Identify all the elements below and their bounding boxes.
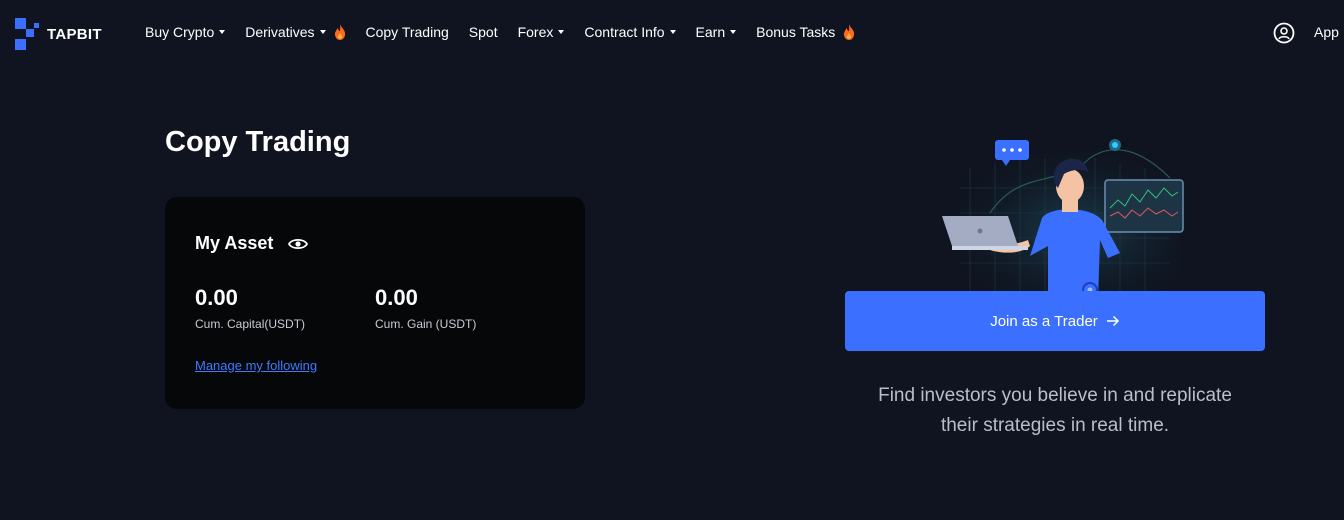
cum-capital-stat: 0.00 Cum. Capital(USDT) bbox=[195, 285, 305, 331]
join-as-trader-button[interactable]: Join as a Trader bbox=[845, 291, 1265, 351]
chevron-down-icon bbox=[669, 30, 676, 34]
nav-earn[interactable]: Earn bbox=[696, 24, 737, 40]
nav-label: Derivatives bbox=[245, 24, 315, 40]
nav-derivatives[interactable]: Derivatives bbox=[245, 24, 345, 40]
asset-title: My Asset bbox=[195, 233, 274, 253]
nav-label: Bonus Tasks bbox=[756, 24, 836, 40]
cum-gain-stat: 0.00 Cum. Gain (USDT) bbox=[375, 285, 476, 331]
my-asset-card: My Asset 0.00 Cum. Capital(USDT) 0.00 Cu… bbox=[165, 197, 585, 409]
nav-forex[interactable]: Forex bbox=[518, 24, 565, 40]
cum-capital-value: 0.00 bbox=[195, 285, 238, 310]
page-title: Copy Trading bbox=[165, 126, 351, 158]
brand-name: TAPBIT bbox=[47, 25, 102, 43]
nav-label: Forex bbox=[517, 24, 554, 40]
main-nav: Buy Crypto Derivatives Copy Trading Spot… bbox=[145, 0, 875, 64]
cum-capital-label: Cum. Capital(USDT) bbox=[195, 317, 306, 331]
chevron-down-icon bbox=[558, 30, 565, 34]
top-nav-bar: TAPBIT Buy Crypto Derivatives Copy Tradi… bbox=[0, 0, 1344, 64]
tagline-line-1: Find investors you believe in and replic… bbox=[878, 385, 1232, 406]
trader-illustration bbox=[942, 139, 1184, 300]
tapbit-logo-icon bbox=[15, 18, 39, 50]
nav-label: Spot bbox=[468, 24, 498, 40]
nav-copy-trading[interactable]: Copy Trading bbox=[366, 24, 449, 40]
brand-logo[interactable]: TAPBIT bbox=[15, 18, 102, 50]
asset-header: My Asset bbox=[195, 233, 309, 254]
copy-trading-tagline: Find investors you believe in and replic… bbox=[845, 381, 1265, 441]
nav-buy-crypto[interactable]: Buy Crypto bbox=[145, 24, 226, 40]
nav-label: Buy Crypto bbox=[145, 24, 215, 40]
app-download-link[interactable]: App bbox=[1314, 24, 1339, 40]
join-button-label: Join as a Trader bbox=[990, 312, 1098, 330]
nav-label: Contract Info bbox=[584, 24, 665, 40]
user-circle-icon[interactable] bbox=[1273, 22, 1295, 44]
cum-gain-label: Cum. Gain (USDT) bbox=[375, 317, 477, 331]
arrow-right-icon bbox=[1106, 315, 1119, 327]
cum-gain-value: 0.00 bbox=[375, 285, 418, 310]
chevron-down-icon bbox=[319, 30, 326, 34]
nav-label: Earn bbox=[695, 24, 726, 40]
flame-icon bbox=[334, 24, 345, 40]
nav-label: Copy Trading bbox=[365, 24, 449, 40]
flame-icon bbox=[844, 24, 855, 40]
eye-icon[interactable] bbox=[288, 237, 309, 251]
manage-following-link[interactable]: Manage my following bbox=[195, 358, 317, 373]
chevron-down-icon bbox=[219, 30, 226, 34]
chevron-down-icon bbox=[730, 30, 737, 34]
nav-bonus-tasks[interactable]: Bonus Tasks bbox=[756, 24, 855, 40]
nav-spot[interactable]: Spot bbox=[469, 24, 498, 40]
tagline-line-2: their strategies in real time. bbox=[940, 415, 1170, 436]
nav-contract-info[interactable]: Contract Info bbox=[584, 24, 676, 40]
